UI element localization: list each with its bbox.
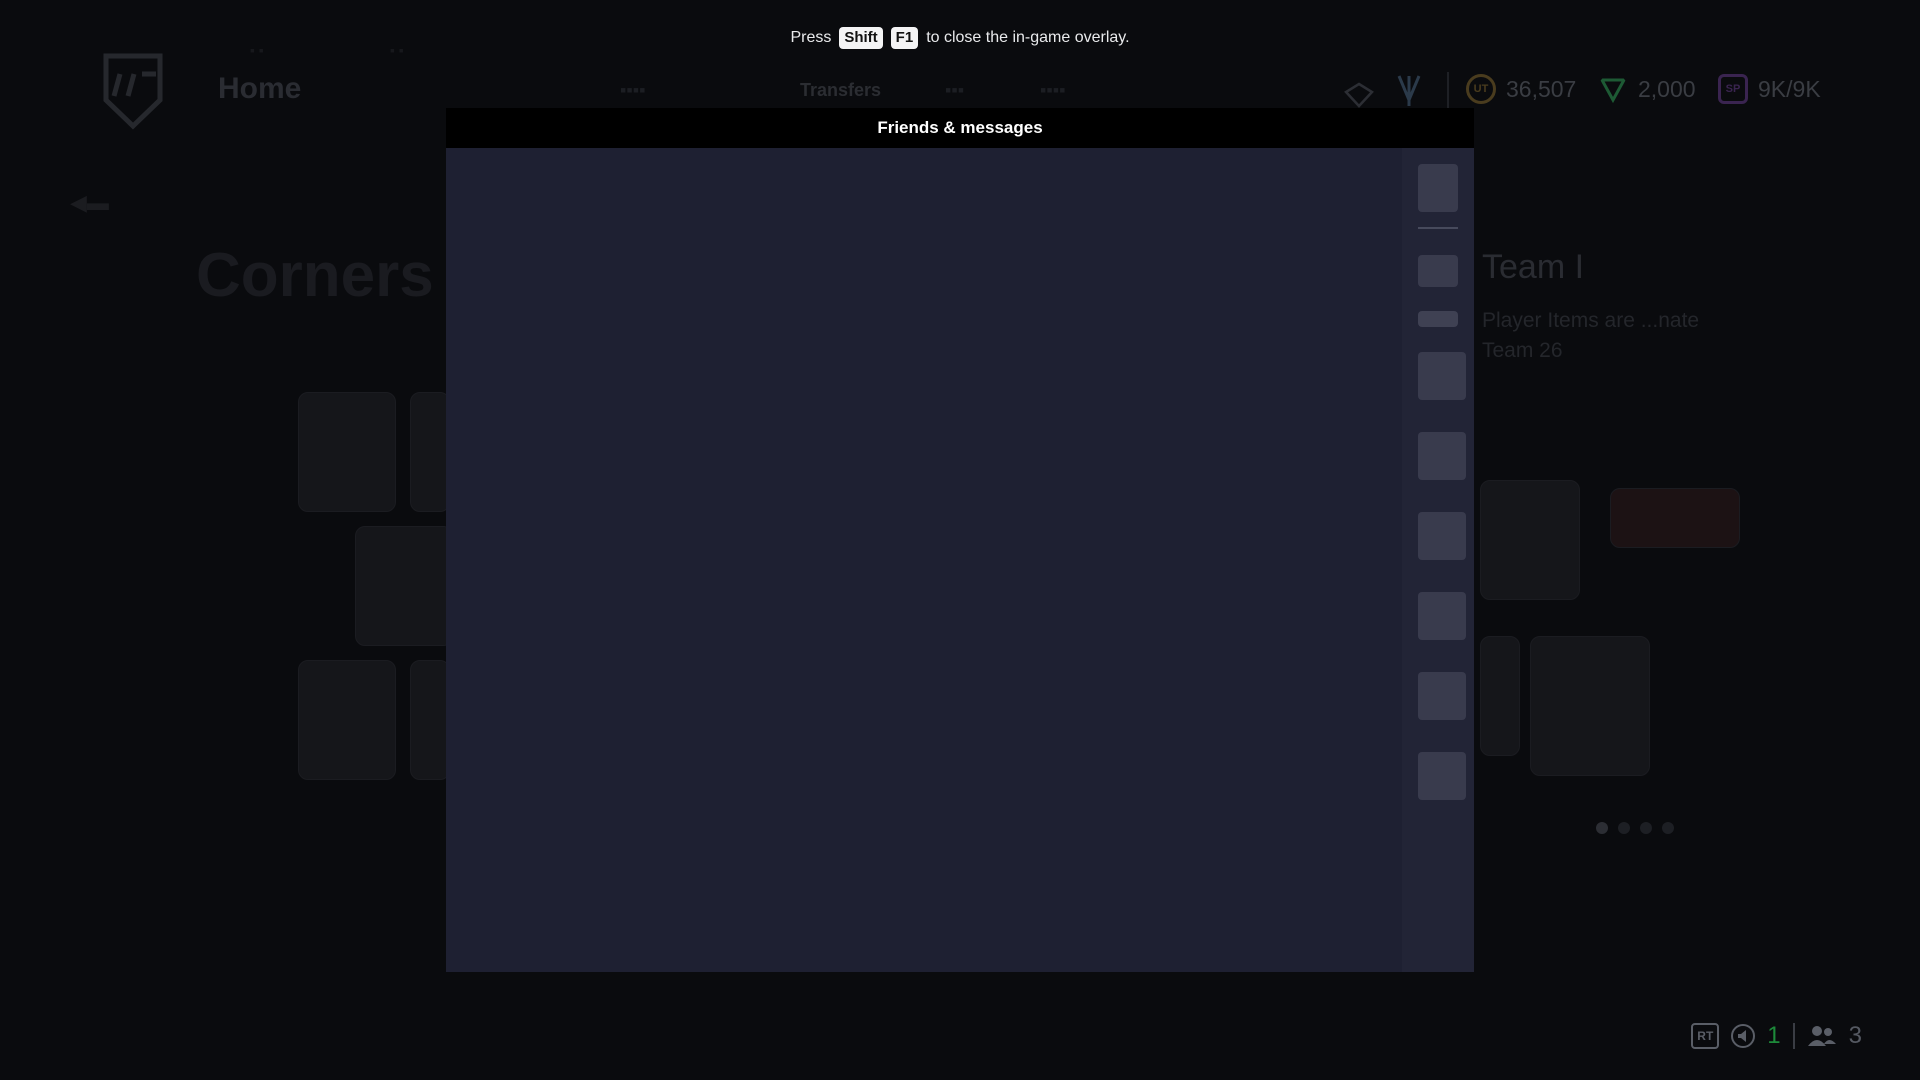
promo-title: Team I bbox=[1482, 248, 1585, 286]
nav-item-1: ▪▪▪▪ bbox=[620, 80, 646, 100]
nav-item-transfers: Transfers bbox=[800, 80, 882, 100]
panel-title: Friends & messages bbox=[877, 118, 1043, 137]
rail-toggle[interactable] bbox=[1418, 311, 1458, 327]
rail-button-2[interactable] bbox=[1418, 432, 1466, 480]
screen: Home ▪ ▪ ▪ ▪ ▪▪▪▪ Transfers ▪▪▪ ▪▪▪▪ UT … bbox=[0, 0, 1920, 1080]
sp-balance: SP 9K/9K bbox=[1718, 74, 1821, 104]
currency-divider bbox=[1447, 72, 1449, 110]
player-card bbox=[298, 660, 396, 780]
rail-button-5[interactable] bbox=[1418, 672, 1466, 720]
party-count: 3 bbox=[1848, 1022, 1862, 1049]
speaker-icon bbox=[1731, 1024, 1756, 1048]
overlay-close-hint: Press Shift F1 to close the in-game over… bbox=[0, 27, 1920, 49]
rail-separator bbox=[1418, 227, 1458, 229]
panel-side-rail bbox=[1402, 148, 1474, 972]
points-icon bbox=[1599, 78, 1627, 104]
rail-button-1[interactable] bbox=[1418, 352, 1466, 400]
hint-text-before: Press bbox=[790, 29, 832, 46]
home-tab: Home bbox=[218, 72, 302, 105]
rail-button-3[interactable] bbox=[1418, 512, 1466, 560]
context-title: Corners bbox=[196, 241, 434, 310]
coins-balance: UT 36,507 bbox=[1466, 74, 1576, 104]
carousel-dot bbox=[1596, 822, 1608, 834]
online-count: 1 bbox=[1767, 1022, 1781, 1049]
nav-item-3: ▪▪▪ bbox=[945, 80, 965, 100]
club-crest-icon bbox=[1397, 75, 1421, 106]
rail-button-friends[interactable] bbox=[1418, 255, 1458, 287]
carousel-dot bbox=[1662, 822, 1674, 834]
sp-value: 9K/9K bbox=[1758, 75, 1821, 102]
panel-header: Friends & messages bbox=[446, 108, 1474, 148]
nav-item-4: ▪▪▪▪ bbox=[1040, 80, 1066, 100]
back-arrow-icon: ◀▬ bbox=[70, 190, 109, 215]
player-card bbox=[355, 526, 453, 646]
carousel-dot bbox=[1618, 822, 1630, 834]
f1-key: F1 bbox=[890, 27, 919, 49]
shift-key: Shift bbox=[839, 27, 883, 49]
carousel-dots bbox=[1596, 822, 1674, 834]
sp-icon: SP bbox=[1718, 74, 1748, 104]
points-balance: 2,000 bbox=[1598, 74, 1696, 104]
hint-text-after: to close the in-game overlay. bbox=[926, 29, 1130, 46]
panel-body bbox=[446, 148, 1474, 972]
player-card bbox=[1480, 636, 1520, 756]
promo-description: Player Items are ...nate Team 26 bbox=[1482, 309, 1700, 362]
coins-value: 36,507 bbox=[1506, 75, 1577, 102]
coins-icon: UT bbox=[1466, 74, 1496, 104]
status-divider bbox=[1792, 1023, 1795, 1049]
friends-messages-panel: Friends & messages bbox=[446, 108, 1474, 972]
points-value: 2,000 bbox=[1638, 75, 1696, 102]
player-card bbox=[410, 392, 450, 512]
rank-icon bbox=[1344, 82, 1374, 108]
player-card bbox=[1480, 480, 1580, 600]
bottom-status-bar: RT 1 3 bbox=[1691, 1022, 1862, 1050]
rt-button-icon: RT bbox=[1691, 1023, 1720, 1049]
promo-banner bbox=[1610, 488, 1740, 548]
rail-button-profile[interactable] bbox=[1418, 164, 1458, 212]
party-icon bbox=[1807, 1026, 1836, 1046]
player-card bbox=[410, 660, 450, 780]
carousel-dot bbox=[1640, 822, 1652, 834]
panel-content-area[interactable] bbox=[446, 148, 1402, 972]
ut-logo-icon bbox=[103, 53, 163, 130]
rail-button-4[interactable] bbox=[1418, 592, 1466, 640]
rail-button-6[interactable] bbox=[1418, 752, 1466, 800]
player-card bbox=[298, 392, 396, 512]
player-card bbox=[1530, 636, 1650, 776]
